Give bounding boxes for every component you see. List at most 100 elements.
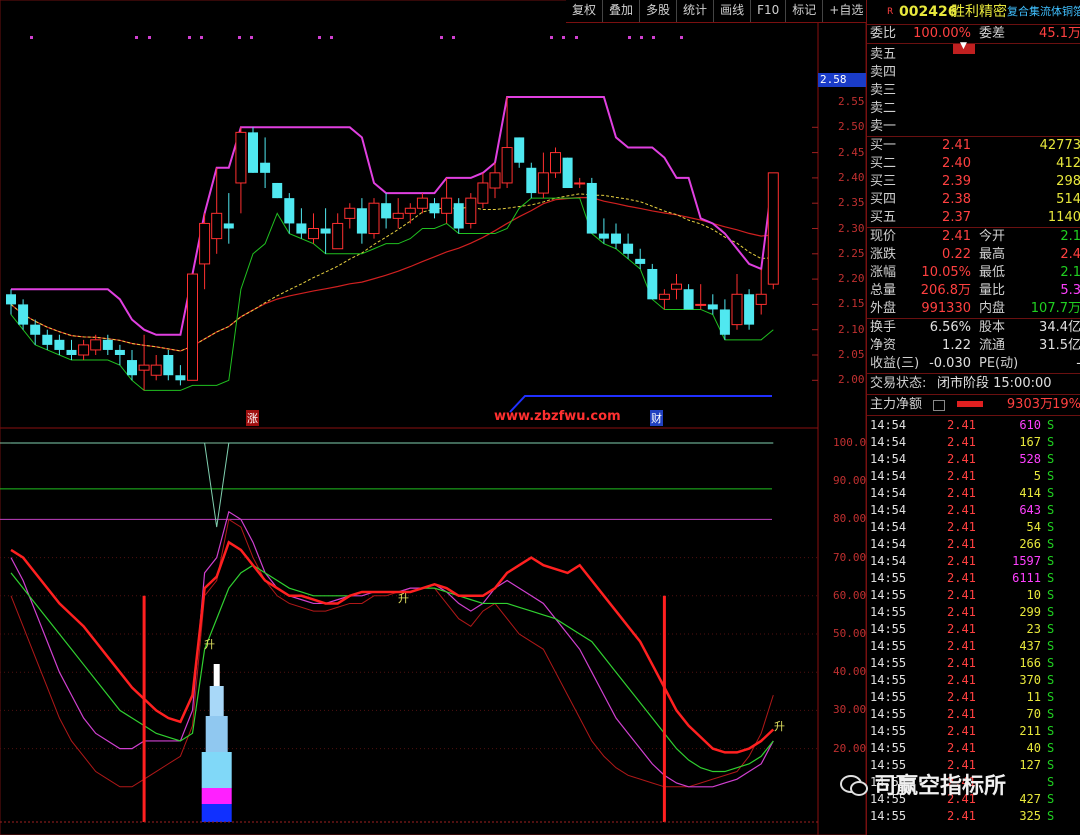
trade-status-row: 交易状态: 闭市阶段 15:00:00 [867,374,1080,395]
stat-value-2: 107.7万 [1030,301,1080,316]
kline-chart-area[interactable]: 复权叠加多股统计画线F10标记+自选返回 2.55 2.50 2.45 2.40 2.3… [0,0,908,835]
tick-volume: 437 [1019,639,1041,653]
bid-price: 2.37 [942,210,971,225]
toolbar-button-1[interactable]: 叠加 [603,0,641,22]
stock-concept-tag[interactable]: 复合集流体铜箔 [1007,0,1080,24]
signal-dot [318,36,321,39]
price-axis-label: 2.00 [838,373,865,387]
toolbar-button-2[interactable]: 多股 [640,0,678,22]
signal-sheng-label-1: 升 [398,592,409,605]
candle-body [381,203,392,219]
candle-body [308,228,319,240]
candle-body [683,289,694,310]
histogram-blue [205,716,228,752]
bid-volume: 42773 [1039,138,1080,153]
candle-body [719,309,730,335]
toolbar-button-5[interactable]: F10 [751,0,787,22]
fund-label: 换手 [870,320,897,335]
candle-body [90,339,102,351]
stat-row: 涨幅 10.05% 最低 2.1 [867,264,1080,282]
indicator-axis-label: 50.00 [833,627,867,640]
tick-price: 2.41 [947,724,976,738]
stat-value-2: 2.4 [1060,247,1080,262]
bid-label: 买三 [870,174,897,189]
tick-volume: 414 [1019,486,1041,500]
tick-price: 2.41 [947,452,976,466]
ask-label: 卖三 [870,83,897,98]
candle-body [392,212,404,219]
toolbar-button-4[interactable]: 画线 [714,0,752,22]
signal-dot [652,36,655,39]
toolbar-button-7[interactable]: +自选 [823,0,871,22]
tick-price: 2.41 [947,622,976,636]
price-axis-label: 2.55 [838,95,865,108]
candle-body [235,131,247,184]
tick-time: 14:55 [870,690,907,704]
tick-list[interactable]: 14:54 2.41 610 S 14:54 2.41 167 S 14:54 2.41 528 S 1… [867,416,1080,825]
signal-dot [188,36,191,39]
chart-canvas[interactable] [0,0,866,835]
tick-row: 14:55 2.41 211 S [867,723,1080,740]
indicator-axis-label: 40.00 [833,665,867,679]
candle-body [175,375,186,381]
signal-dot [200,36,203,39]
toolbar-button-3[interactable]: 统计 [677,0,715,22]
signal-dot [562,36,565,39]
tick-row: 14:54 2.41 167 S [867,434,1080,451]
stat-label: 现价 [870,229,897,244]
tick-side: S [1047,673,1055,687]
toolbar-button-0[interactable]: 复权 [566,0,604,22]
tick-time: 14:55 [870,741,907,755]
tick-volume: 266 [1019,537,1041,551]
tick-volume: 167 [1019,435,1041,449]
stat-row: 总量 206.8万 量比 5.3 [867,282,1080,300]
candle-body [744,294,755,325]
stat-value-2: 2.1 [1060,265,1080,280]
candle-body [296,223,307,234]
tick-time: 14:54 [870,520,907,534]
tick-row: 14:55 2.41 6111 S [867,570,1080,587]
stat-label-2: 最低 [979,265,1006,280]
chart-border [0,0,866,835]
tick-volume: 643 [1019,503,1041,517]
stat-value: 991330 [921,301,971,316]
fund-value: 6.56% [929,320,971,335]
fund-value-2: - [1076,355,1080,373]
price-axis-label: 2.40 [838,170,865,184]
candle-body [489,172,501,189]
tick-time: 14:55 [870,639,907,653]
menu-icon[interactable] [933,400,945,411]
price-axis-label: 2.45 [838,145,865,159]
candle-body [635,258,646,264]
candle-body [260,162,271,173]
candle-body [114,349,125,355]
candle-body [611,233,621,244]
tick-volume: 11 [1026,690,1041,704]
signal-dot [330,36,333,39]
tick-volume: 5 [1033,469,1041,483]
bid-price: 2.40 [942,156,971,171]
candle-body [429,203,440,214]
price-stats: 现价 2.41 今开 2.1 涨跌 0.22 最高 2.4 涨幅 10.05% 最低 2.1 总量 206… [867,228,1080,319]
spike-line [11,442,774,528]
tick-price: 2.41 [947,435,976,449]
candle-body [356,208,367,234]
candle-body [332,222,344,250]
mid-ma-line [10,193,774,352]
tick-side: S [1047,690,1055,704]
candle-body [187,273,198,381]
candle-body [574,182,586,185]
tick-time: 14:54 [870,554,907,568]
histogram-white [213,664,220,688]
candle-body [54,339,65,350]
tick-price: 2.41 [947,503,976,517]
candle-body [623,243,634,254]
toolbar-button-6[interactable]: 标记 [786,0,824,22]
tick-volume: 6111 [1012,571,1041,585]
tick-row: 14:55 2.41 11 S [867,689,1080,706]
fund-label-2: PE(动) [979,356,1019,371]
ask-row: 卖二 [867,100,1080,118]
fund-row: 收益(三) -0.030 PE(动) - [867,355,1080,373]
bid-levels: 买一 2.41 42773 买二 2.40 412 买三 2.39 298 买四 2.38 514 买五… [867,137,1080,228]
fund-label: 净资 [870,338,897,353]
